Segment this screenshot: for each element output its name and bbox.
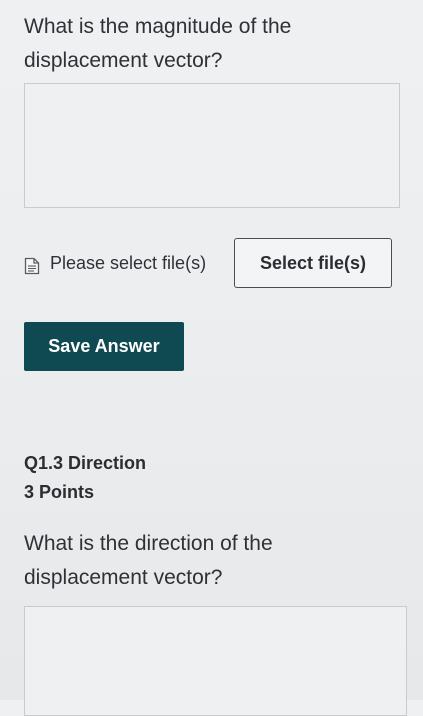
file-upload-label: Please select file(s) <box>50 253 207 273</box>
select-files-button[interactable]: Select file(s) <box>234 238 392 288</box>
answer-textarea[interactable] <box>24 83 400 208</box>
file-upload-row: Please select file(s) Select file(s) <box>24 238 394 290</box>
question-prompt: What is the direction of the displacemen… <box>24 532 273 589</box>
save-answer-button[interactable]: Save Answer <box>24 322 184 371</box>
question-prompt: What is the magnitude of the displacemen… <box>24 15 292 72</box>
question-points: 3 Points <box>24 482 95 502</box>
document-icon <box>24 257 40 275</box>
question-heading: Q1.3 Direction <box>24 453 147 473</box>
